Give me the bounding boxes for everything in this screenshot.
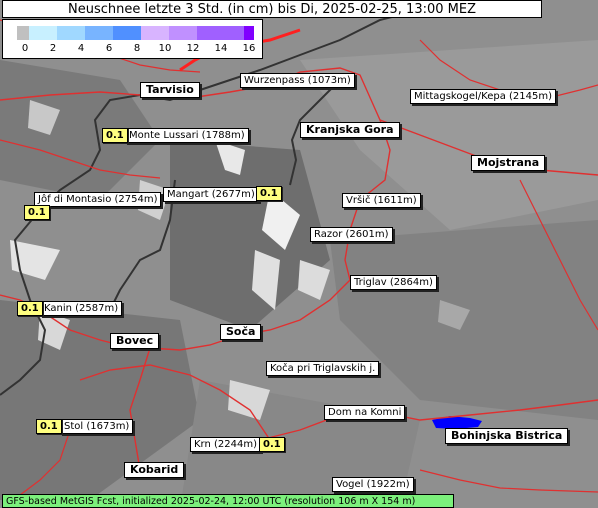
legend-swatch-8 bbox=[244, 26, 254, 40]
snow-map: Neuschnee letzte 3 Std. (in cm) bis Di, … bbox=[0, 0, 598, 508]
value-badge-jof-di-montasio: 0.1 bbox=[24, 205, 50, 220]
town-label-tarvisio: Tarvisio bbox=[140, 82, 200, 98]
map-title: Neuschnee letzte 3 Std. (in cm) bis Di, … bbox=[2, 0, 542, 18]
peak-label-krn: Krn (2244m) bbox=[190, 437, 262, 452]
peak-label-jof-di-montasio: Jôf di Montasio (2754m) bbox=[34, 192, 162, 207]
legend-swatch-5 bbox=[141, 26, 169, 40]
town-label-kranjska-gora: Kranjska Gora bbox=[300, 122, 400, 138]
peak-label-razor: Razor (2601m) bbox=[310, 227, 393, 242]
legend-tick: 6 bbox=[105, 43, 113, 54]
legend-swatch-6 bbox=[169, 26, 197, 40]
legend-tick: 12 bbox=[186, 43, 200, 54]
peak-label-mangart: Mangart (2677m) bbox=[163, 187, 259, 202]
color-legend: 0 2 4 6 8 10 12 14 16 bbox=[2, 19, 263, 59]
town-label-bovec: Bovec bbox=[110, 333, 160, 349]
legend-tick: 8 bbox=[133, 43, 141, 54]
value-badge-krn: 0.1 bbox=[259, 437, 285, 452]
value-badge-stol: 0.1 bbox=[36, 419, 62, 434]
forecast-footer: GFS-based MetGIS Fcst, initialized 2025-… bbox=[2, 494, 454, 508]
peak-label-kanin: Kanin (2587m) bbox=[40, 301, 123, 316]
peak-label-stol: Stol (1673m) bbox=[60, 419, 134, 434]
town-label-bohinjska-bistrica: Bohinjska Bistrica bbox=[445, 428, 569, 444]
legend-swatch-4 bbox=[113, 26, 141, 40]
peak-label-wurzenpass: Wurzenpass (1073m) bbox=[240, 73, 355, 88]
town-label-soca: Soča bbox=[220, 324, 262, 340]
town-label-mojstrana: Mojstrana bbox=[471, 155, 546, 171]
peak-label-vrsic: Vršič (1611m) bbox=[342, 193, 421, 208]
peak-label-dom-na-komni: Dom na Komni bbox=[324, 405, 406, 420]
peak-label-vogel: Vogel (1922m) bbox=[332, 477, 414, 492]
legend-tick: 0 bbox=[21, 43, 29, 54]
peak-label-triglav: Triglav (2864m) bbox=[350, 275, 437, 290]
legend-tick: 10 bbox=[158, 43, 172, 54]
legend-color-bar bbox=[17, 26, 254, 40]
legend-tick: 2 bbox=[49, 43, 57, 54]
peak-label-mittagskogel: Mittagskogel/Kepa (2145m) bbox=[410, 89, 556, 104]
value-badge-monte-lussari: 0.1 bbox=[102, 128, 128, 143]
legend-tick: 4 bbox=[77, 43, 85, 54]
legend-swatch-0 bbox=[17, 26, 29, 40]
legend-swatch-1 bbox=[29, 26, 57, 40]
legend-swatch-2 bbox=[57, 26, 85, 40]
legend-swatch-3 bbox=[85, 26, 113, 40]
legend-tick: 14 bbox=[214, 43, 228, 54]
town-label-kobarid: Kobarid bbox=[124, 462, 185, 478]
value-badge-mangart: 0.1 bbox=[256, 186, 282, 201]
value-badge-kanin: 0.1 bbox=[17, 301, 43, 316]
peak-label-monte-lussari: Monte Lussari (1788m) bbox=[125, 128, 249, 143]
legend-swatch-7 bbox=[197, 26, 244, 40]
legend-tick: 16 bbox=[242, 43, 256, 54]
peak-label-koca: Koča pri Triglavskih j. bbox=[266, 361, 380, 376]
